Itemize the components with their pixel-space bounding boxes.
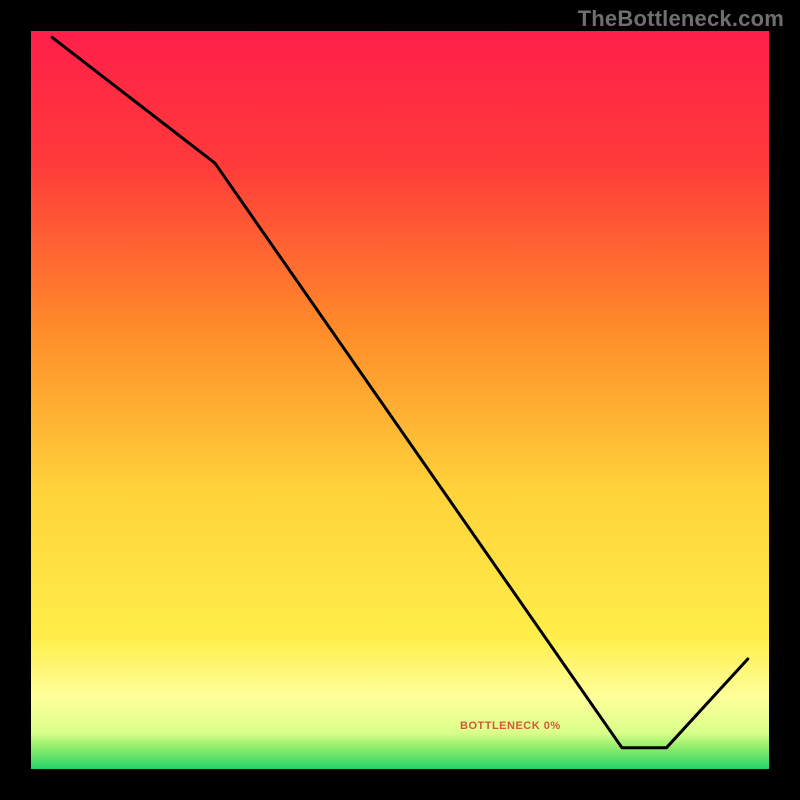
optimum-label: BOTTLENECK 0% bbox=[460, 720, 561, 732]
gradient-background bbox=[30, 30, 770, 770]
chart-frame: TheBottleneck.com bbox=[0, 0, 800, 800]
watermark-text: TheBottleneck.com bbox=[578, 6, 784, 32]
plot-area bbox=[30, 30, 770, 770]
bottleneck-chart-svg bbox=[30, 30, 770, 770]
